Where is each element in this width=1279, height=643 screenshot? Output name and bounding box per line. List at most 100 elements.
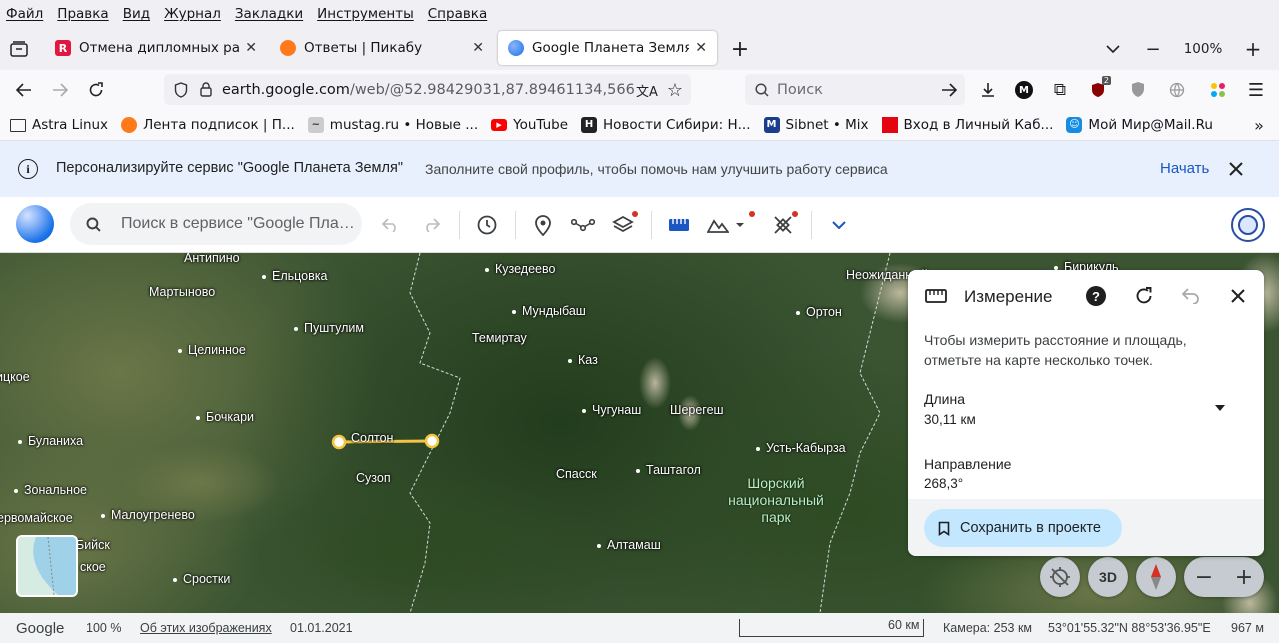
url-path: /web/@52.98429031,87.89461134,566.6 bbox=[349, 81, 649, 98]
satellite-tools-icon[interactable] bbox=[771, 213, 795, 237]
bookmark-pikabu[interactable]: Лента подписок | П... bbox=[121, 117, 295, 133]
map-zoom-out-button[interactable]: − bbox=[1195, 565, 1213, 590]
search-input[interactable]: Поиск bbox=[745, 74, 965, 105]
bookmark-youtube[interactable]: ▶ YouTube bbox=[491, 117, 568, 133]
tab-favicon-icon: R bbox=[55, 40, 71, 56]
no-tilt-button[interactable] bbox=[1040, 557, 1080, 597]
mustag-icon: ~ bbox=[307, 117, 324, 133]
measure-point-end[interactable] bbox=[424, 433, 440, 449]
privacy-badger-icon[interactable] bbox=[1127, 79, 1149, 101]
compass-button[interactable] bbox=[1136, 557, 1176, 597]
avatar-emblem-icon bbox=[1238, 215, 1258, 235]
toolbar-divider bbox=[515, 211, 516, 239]
banner-close-icon[interactable] bbox=[1226, 159, 1246, 179]
minimap-icon bbox=[18, 537, 76, 595]
place-label: Шерегеш bbox=[670, 403, 724, 417]
search-go-icon[interactable] bbox=[941, 82, 957, 97]
tab-pikabu[interactable]: Ответы | Пикабу ✕ bbox=[270, 31, 494, 65]
extension-m-icon[interactable]: M bbox=[1013, 79, 1035, 101]
bookmark-mts[interactable]: Вход в Личный Каб... bbox=[881, 117, 1053, 133]
about-imagery-link[interactable]: Об этих изображениях bbox=[140, 621, 272, 635]
zoom-level[interactable]: 100% bbox=[1178, 38, 1228, 60]
unit-dropdown-icon[interactable] bbox=[1214, 404, 1226, 412]
refresh-icon[interactable] bbox=[1134, 286, 1154, 306]
download-icon[interactable] bbox=[977, 79, 999, 101]
layers-icon[interactable] bbox=[611, 213, 635, 237]
help-icon[interactable]: ? bbox=[1086, 286, 1106, 306]
info-icon: i bbox=[18, 159, 38, 179]
place-label: Ортон bbox=[796, 305, 842, 319]
tab-diploma[interactable]: R Отмена дипломных рабо ✕ bbox=[45, 31, 267, 65]
more-bookmarks-icon[interactable]: » bbox=[1250, 116, 1268, 135]
place-label: ицкое bbox=[0, 370, 30, 384]
tab-title: Ответы | Пикабу bbox=[304, 40, 423, 56]
menu-view[interactable]: Вид bbox=[123, 6, 150, 22]
url-bar[interactable]: earth.google.com/web/@52.98429031,87.894… bbox=[164, 74, 691, 105]
forward-icon[interactable] bbox=[49, 80, 71, 100]
list-all-tabs-icon[interactable] bbox=[1102, 38, 1124, 60]
measure-point-start[interactable] bbox=[331, 434, 347, 450]
placemark-icon[interactable] bbox=[531, 213, 555, 237]
reload-icon[interactable] bbox=[85, 80, 107, 100]
path-icon[interactable] bbox=[571, 213, 595, 237]
close-tab-icon[interactable]: ✕ bbox=[695, 40, 707, 56]
ublock-icon[interactable]: 2 bbox=[1087, 76, 1111, 101]
bookmark-star-icon[interactable]: ☆ bbox=[664, 79, 686, 101]
shield-icon[interactable] bbox=[174, 81, 188, 98]
translate-icon[interactable]: 文A bbox=[636, 79, 658, 101]
close-tab-icon[interactable]: ✕ bbox=[472, 40, 484, 56]
tab-google-earth[interactable]: Google Планета Земля ✕ bbox=[498, 31, 717, 65]
panel-undo-icon[interactable] bbox=[1182, 288, 1200, 304]
zoom-in-button[interactable]: + bbox=[1242, 37, 1264, 61]
voyager-icon[interactable] bbox=[475, 213, 499, 237]
search-icon bbox=[755, 82, 769, 97]
bookmark-mustag[interactable]: ~ mustag.ru • Новые ... bbox=[307, 117, 478, 133]
zoom-out-button[interactable]: − bbox=[1142, 38, 1164, 60]
bookmark-ngs[interactable]: H Новости Сибири: Н... bbox=[581, 117, 751, 133]
map-style-icon[interactable] bbox=[707, 213, 747, 237]
youtube-icon: ▶ bbox=[491, 119, 508, 131]
minimap-button[interactable] bbox=[16, 535, 78, 597]
menu-tools[interactable]: Инструменты bbox=[317, 6, 414, 22]
extensions-puzzle-icon[interactable]: ⧉ bbox=[1049, 79, 1071, 101]
3d-toggle-button[interactable]: 3D bbox=[1088, 557, 1128, 597]
more-tools-chevron-icon[interactable] bbox=[827, 213, 851, 237]
redo-icon[interactable] bbox=[419, 213, 443, 237]
lock-icon[interactable] bbox=[200, 82, 212, 97]
place-label: ское bbox=[80, 560, 106, 574]
crosshair-off-icon bbox=[1050, 567, 1070, 587]
undo-icon[interactable] bbox=[379, 213, 403, 237]
measure-panel: Измерение ? Чтобы измерить расстояние и … bbox=[908, 270, 1264, 556]
bookmark-sibnet[interactable]: M Sibnet • Mix bbox=[763, 117, 869, 133]
measure-tool-icon[interactable] bbox=[667, 213, 691, 237]
tools-notification-dot bbox=[792, 211, 798, 217]
globe-icon[interactable] bbox=[1166, 79, 1188, 101]
close-tab-icon[interactable]: ✕ bbox=[245, 40, 257, 56]
save-to-project-button[interactable]: Сохранить в проекте bbox=[924, 509, 1122, 547]
bookmark-mymir[interactable]: ☺ Мой Мир@Mail.Ru bbox=[1066, 117, 1213, 133]
earth-search-input[interactable]: Поиск в сервисе "Google Планета Земля" bbox=[70, 203, 362, 245]
panel-close-icon[interactable] bbox=[1230, 288, 1246, 304]
menu-history[interactable]: Журнал bbox=[164, 6, 221, 22]
menu-file[interactable]: Файл bbox=[6, 6, 43, 22]
toolbar-divider bbox=[811, 211, 812, 239]
earth-toolbar: Поиск в сервисе "Google Планета Земля" bbox=[0, 197, 1279, 253]
google-earth-logo[interactable] bbox=[16, 205, 54, 243]
place-label: Каз bbox=[568, 353, 598, 367]
back-icon[interactable] bbox=[13, 80, 35, 100]
menu-bookmarks[interactable]: Закладки bbox=[235, 6, 303, 22]
direction-label: Направление bbox=[924, 456, 1012, 472]
banner-start-button[interactable]: Начать bbox=[1160, 160, 1209, 177]
place-label: Целинное bbox=[178, 343, 246, 357]
hamburger-menu-icon[interactable]: ☰ bbox=[1245, 79, 1267, 101]
tab-list-icon[interactable] bbox=[8, 39, 30, 59]
new-tab-button[interactable]: + bbox=[728, 37, 752, 62]
menu-edit[interactable]: Правка bbox=[57, 6, 108, 22]
menu-help[interactable]: Справка bbox=[428, 6, 487, 22]
pikabu-icon bbox=[121, 117, 138, 133]
map-zoom-in-button[interactable]: + bbox=[1235, 565, 1253, 590]
user-avatar[interactable] bbox=[1231, 208, 1265, 242]
place-label: Чугунаш bbox=[582, 403, 641, 417]
bookmark-astra-linux[interactable]: Astra Linux bbox=[10, 117, 108, 133]
colorful-extension-icon[interactable] bbox=[1207, 79, 1229, 101]
